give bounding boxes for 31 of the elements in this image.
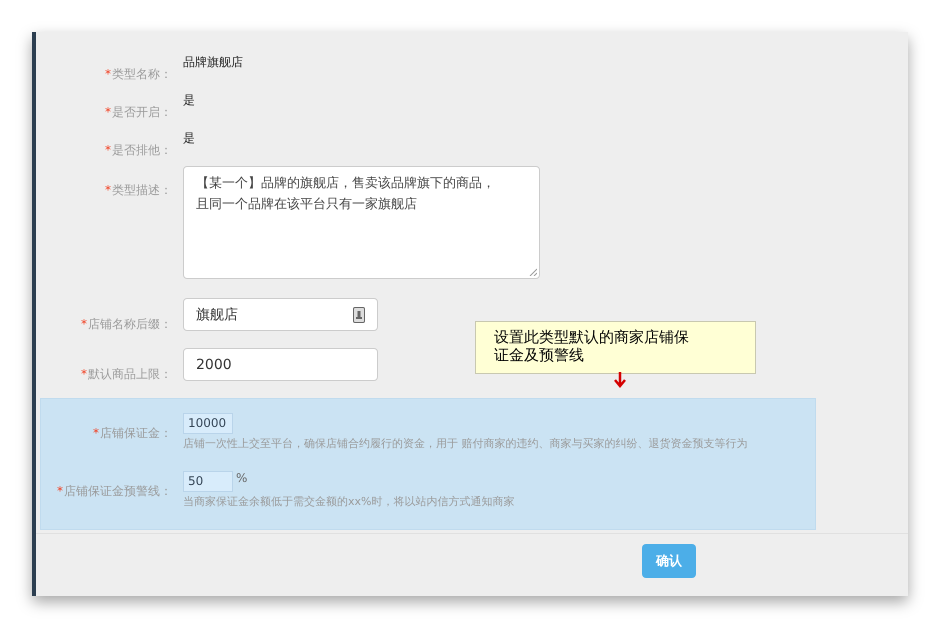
required-mark: * [81, 367, 87, 381]
field-hint: 当商家保证金余额低于需交金额的xx%时，将以站内信方式通知商家 [183, 494, 514, 509]
field-value: 是 [183, 130, 195, 147]
input-field[interactable]: 旗舰店 [183, 298, 378, 331]
required-mark: * [105, 143, 111, 157]
field-label: 店铺保证金预警线： [64, 483, 172, 500]
input-field[interactable]: 10000 [183, 413, 233, 434]
field-label: 类型描述： [112, 182, 172, 199]
field-value: 品牌旗舰店 [183, 54, 243, 71]
unit-label: % [236, 471, 248, 485]
required-mark: * [81, 317, 87, 331]
contact-card-icon [353, 306, 365, 322]
description-textarea[interactable]: 【某一个】品牌的旗舰店，售卖该品牌旗下的商品，且同一个品牌在该平台只有一家旗舰店 [183, 166, 540, 279]
required-mark: * [105, 105, 111, 119]
field-label: 店铺保证金： [100, 425, 172, 442]
field-label: 是否排他： [112, 142, 172, 159]
required-mark: * [93, 426, 99, 440]
input-field[interactable]: 2000 [183, 348, 378, 381]
field-label: 是否开启： [112, 104, 172, 121]
field-label: 类型名称： [112, 66, 172, 83]
required-mark: * [105, 67, 111, 81]
field-hint: 店铺一次性上交至平台，确保店铺合约履行的资金，用于 赔付商家的违约、商家与买家的纠纷、退货资金预支等行为 [183, 436, 748, 451]
callout-note: 设置此类型默认的商家店铺保证金及预警线 [475, 321, 756, 374]
required-mark: * [105, 183, 111, 197]
field-label: 店铺名称后缀： [88, 316, 172, 333]
field-label: 默认商品上限： [88, 366, 172, 383]
input-field[interactable]: 50 [183, 471, 233, 492]
arrow-icon [614, 372, 626, 388]
required-mark: * [57, 484, 63, 498]
resize-grip-icon [529, 268, 537, 276]
field-value: 是 [183, 92, 195, 109]
